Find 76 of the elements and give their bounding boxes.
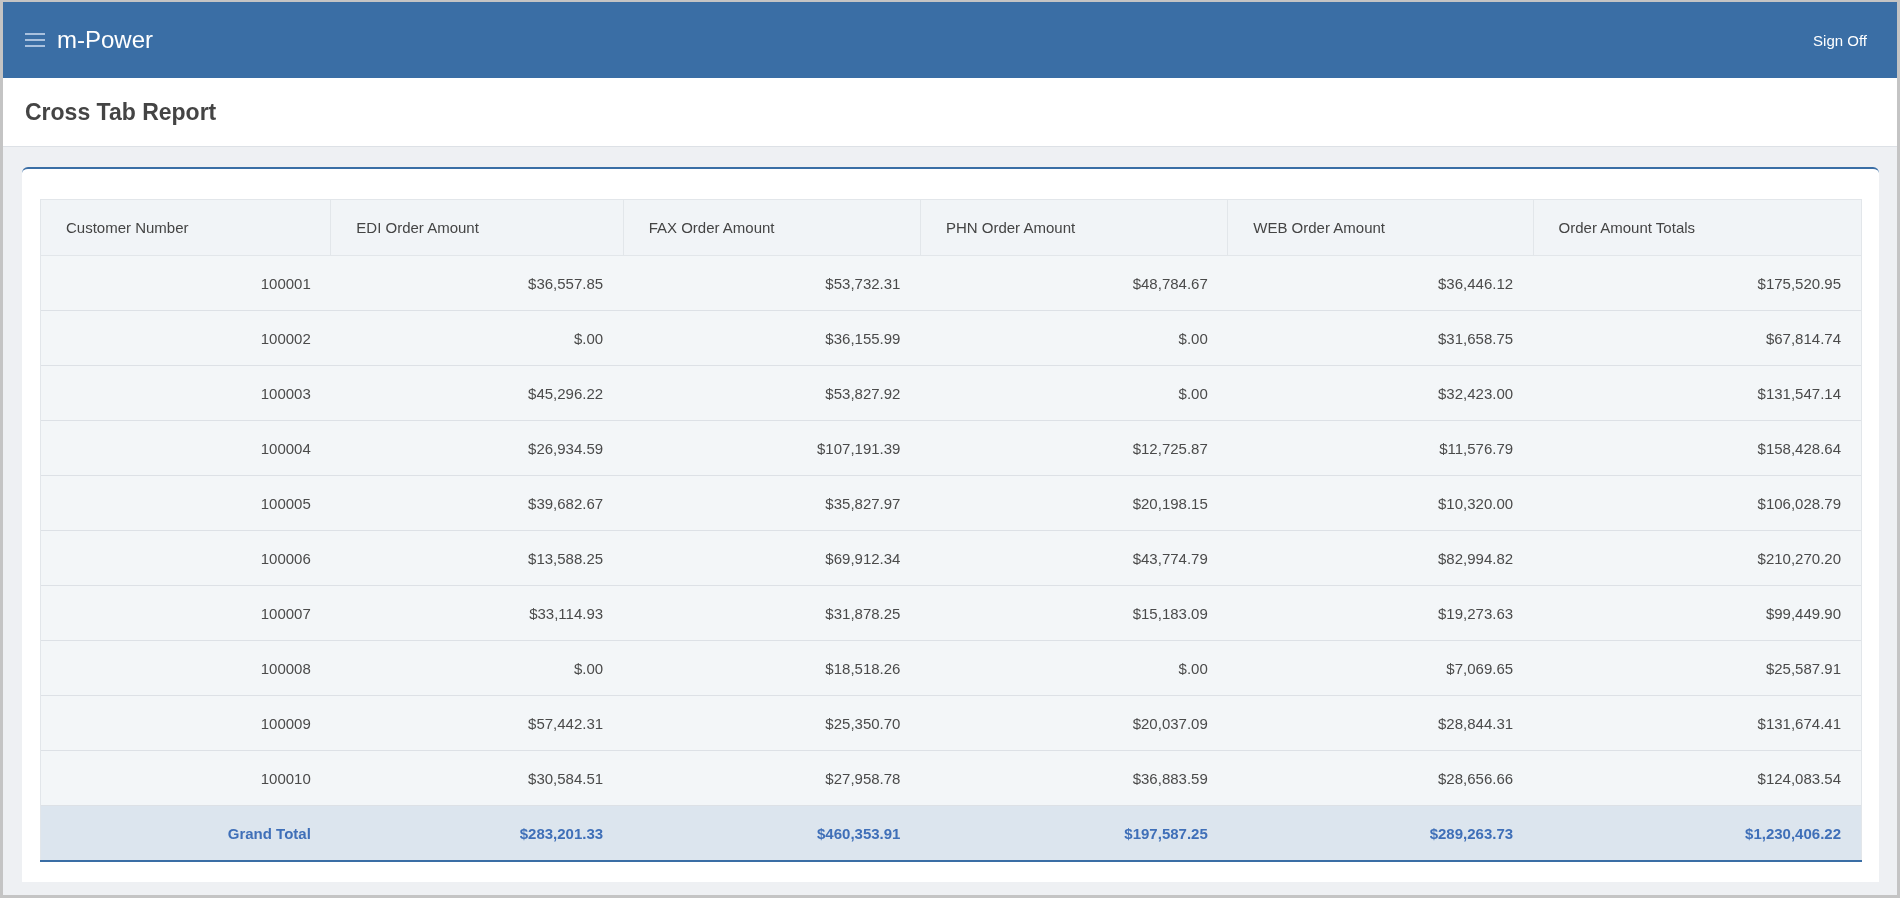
table-cell: 100001: [40, 255, 331, 311]
table-cell: $28,844.31: [1227, 695, 1534, 751]
app-title: m-Power: [57, 26, 153, 54]
table-cell: $.00: [920, 640, 1228, 696]
table-cell: $7,069.65: [1227, 640, 1534, 696]
column-header: Customer Number: [40, 199, 331, 256]
table-cell: $53,827.92: [623, 365, 921, 421]
table-cell: $12,725.87: [920, 420, 1228, 476]
table-cell: 100008: [40, 640, 331, 696]
table-cell: $19,273.63: [1227, 585, 1534, 641]
column-header: EDI Order Amount: [330, 199, 624, 256]
table-cell: $57,442.31: [330, 695, 624, 751]
table-cell: $32,423.00: [1227, 365, 1534, 421]
table-cell: $53,732.31: [623, 255, 921, 311]
table-cell: 100002: [40, 310, 331, 366]
table-cell: $30,584.51: [330, 750, 624, 806]
table-cell: $106,028.79: [1533, 475, 1862, 531]
column-header: PHN Order Amount: [920, 199, 1228, 256]
table-cell: $28,656.66: [1227, 750, 1534, 806]
table-cell: $210,270.20: [1533, 530, 1862, 586]
table-cell: $48,784.67: [920, 255, 1228, 311]
table-cell: $124,083.54: [1533, 750, 1862, 806]
table-cell: $175,520.95: [1533, 255, 1862, 311]
table-cell: $.00: [920, 310, 1228, 366]
total-cell: Grand Total: [40, 805, 331, 861]
table-cell: $99,449.90: [1533, 585, 1862, 641]
table-cell: $11,576.79: [1227, 420, 1534, 476]
table-cell: $67,814.74: [1533, 310, 1862, 366]
table-cell: $43,774.79: [920, 530, 1228, 586]
table-cell: 100004: [40, 420, 331, 476]
table-cell: $107,191.39: [623, 420, 921, 476]
table-cell: $158,428.64: [1533, 420, 1862, 476]
table-cell: $36,155.99: [623, 310, 921, 366]
table-cell: $13,588.25: [330, 530, 624, 586]
table-cell: $.00: [330, 310, 624, 366]
table-cell: $33,114.93: [330, 585, 624, 641]
table-cell: $69,912.34: [623, 530, 921, 586]
table-cell: $31,878.25: [623, 585, 921, 641]
total-cell: $283,201.33: [330, 805, 624, 861]
table-cell: $82,994.82: [1227, 530, 1534, 586]
table-cell: $18,518.26: [623, 640, 921, 696]
table-cell: 100005: [40, 475, 331, 531]
table-cell: $26,934.59: [330, 420, 624, 476]
table-cell: $45,296.22: [330, 365, 624, 421]
table-cell: $39,682.67: [330, 475, 624, 531]
total-cell: $197,587.25: [920, 805, 1228, 861]
table-cell: $25,350.70: [623, 695, 921, 751]
table-cell: 100007: [40, 585, 331, 641]
menu-icon[interactable]: [25, 32, 45, 48]
total-cell: $289,263.73: [1227, 805, 1534, 861]
total-cell: $460,353.91: [623, 805, 921, 861]
column-header: WEB Order Amount: [1227, 199, 1534, 256]
table-cell: $.00: [330, 640, 624, 696]
table-cell: 100003: [40, 365, 331, 421]
table-cell: $131,674.41: [1533, 695, 1862, 751]
table-cell: $31,658.75: [1227, 310, 1534, 366]
table-cell: $27,958.78: [623, 750, 921, 806]
table-cell: $36,883.59: [920, 750, 1228, 806]
table-cell: $35,827.97: [623, 475, 921, 531]
table-cell: $20,198.15: [920, 475, 1228, 531]
sign-off-link[interactable]: Sign Off: [1813, 31, 1875, 49]
table-cell: $36,446.12: [1227, 255, 1534, 311]
column-header: FAX Order Amount: [623, 199, 921, 256]
table-cell: $.00: [920, 365, 1228, 421]
table-cell: $10,320.00: [1227, 475, 1534, 531]
table-cell: $36,557.85: [330, 255, 624, 311]
page-title: Cross Tab Report: [25, 98, 217, 126]
table-cell: $20,037.09: [920, 695, 1228, 751]
column-header: Order Amount Totals: [1533, 199, 1862, 256]
table-cell: 100006: [40, 530, 331, 586]
table-cell: 100010: [40, 750, 331, 806]
total-cell: $1,230,406.22: [1533, 805, 1862, 861]
table-cell: 100009: [40, 695, 331, 751]
table-cell: $131,547.14: [1533, 365, 1862, 421]
table-cell: $25,587.91: [1533, 640, 1862, 696]
table-cell: $15,183.09: [920, 585, 1228, 641]
